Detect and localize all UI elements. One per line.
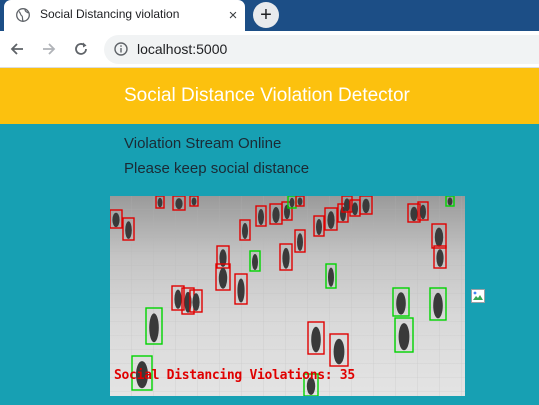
new-tab-button[interactable]: + [253,2,279,28]
info-icon[interactable] [114,42,128,56]
pedestrian-figure [218,267,228,289]
pedestrian-figure [433,292,443,319]
close-tab-icon[interactable]: × [224,6,242,24]
stream-scene [110,196,465,396]
back-arrow-icon [10,43,23,55]
url-text: localhost:5000 [137,41,228,57]
pedestrian-figure [447,197,453,206]
pedestrian-figure [272,207,280,223]
pedestrian-figure [398,323,410,351]
page-header: Social Distance Violation Detector [0,68,539,124]
pedestrian-figure [333,338,345,365]
browser-tab[interactable]: Social Distancing violation × [4,0,245,31]
pedestrian-figure [252,254,258,270]
reload-button[interactable] [70,38,92,60]
pedestrian-figure [327,211,335,229]
broken-image-icon [471,289,485,303]
pedestrian-figure [297,197,303,206]
pedestrian-figure [316,219,322,235]
pedestrian-figure [242,223,248,239]
reload-icon [75,42,87,55]
pedestrian-figure [282,247,290,269]
distance-warning-text: Please keep social distance [124,160,310,177]
pedestrian-figure [258,209,264,225]
pedestrian-figure [237,278,245,303]
pedestrian-figure [352,202,358,216]
pedestrian-figure [284,204,290,220]
back-button[interactable] [6,38,28,60]
pedestrian-figure [311,326,321,353]
browser-tab-strip: Social Distancing violation × + [0,0,539,31]
page-title: Social Distance Violation Detector [124,85,410,106]
pedestrian-figure [410,206,418,222]
address-bar[interactable]: localhost:5000 [104,35,539,64]
pedestrian-figure [297,233,303,251]
pedestrian-figure [289,197,295,208]
forward-button[interactable] [38,38,60,60]
video-stream: Social Distancing Violations: 35 [110,196,465,396]
globe-icon [16,8,30,22]
pedestrian-figure [112,212,120,228]
pedestrian-figure [434,227,444,247]
forward-arrow-icon [43,43,56,55]
stream-status-text: Violation Stream Online [124,135,282,152]
main-content: Violation Stream Online Please keep soci… [0,124,539,405]
pedestrian-figure [175,198,183,210]
pedestrian-figure [362,198,370,214]
pedestrian-figure [344,198,350,212]
violation-counter-overlay: Social Distancing Violations: 35 [114,368,355,383]
pedestrian-figure [174,289,182,309]
pedestrian-figure [192,293,200,311]
pedestrian-figure [328,267,334,287]
pedestrian-figure [420,204,426,220]
browser-toolbar: localhost:5000 [0,31,539,68]
pedestrian-figure [125,221,132,239]
pedestrian-figure [436,249,444,267]
pedestrian-figure [191,197,197,206]
pedestrian-figure [157,197,163,208]
pedestrian-figure [396,292,406,315]
tab-title: Social Distancing violation [40,7,180,21]
pedestrian-figure [149,313,159,343]
